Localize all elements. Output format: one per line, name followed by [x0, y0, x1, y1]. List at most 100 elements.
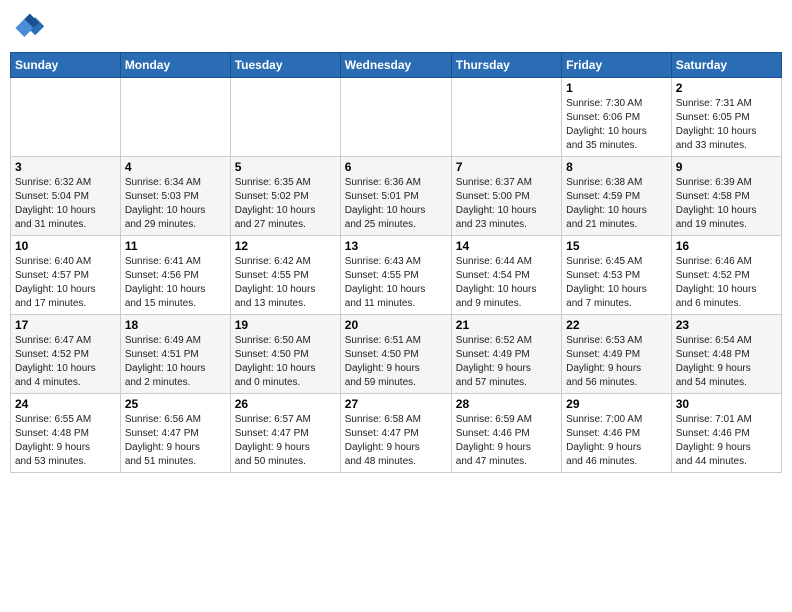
day-number: 13	[345, 239, 447, 253]
day-cell: 18 Sunrise: 6:49 AM Sunset: 4:51 PM Dayli…	[120, 315, 230, 394]
week-row-2: 10 Sunrise: 6:40 AM Sunset: 4:57 PM Dayli…	[11, 236, 782, 315]
day-cell: 6 Sunrise: 6:36 AM Sunset: 5:01 PM Daylig…	[340, 157, 451, 236]
day-cell: 2Sunrise: 7:31 AM Sunset: 6:05 PM Daylig…	[671, 78, 781, 157]
day-number: 26	[235, 397, 336, 411]
day-number: 30	[676, 397, 777, 411]
day-cell: 23 Sunrise: 6:54 AM Sunset: 4:48 PM Dayli…	[671, 315, 781, 394]
day-number: 6	[345, 160, 447, 174]
day-info: Sunrise: 6:46 AM Sunset: 4:52 PM Dayligh…	[676, 255, 777, 311]
day-info: Sunrise: 6:40 AM Sunset: 4:57 PM Dayligh…	[15, 255, 116, 311]
day-cell: 9 Sunrise: 6:39 AM Sunset: 4:58 PM Daylig…	[671, 157, 781, 236]
day-cell: 7 Sunrise: 6:37 AM Sunset: 5:00 PM Daylig…	[451, 157, 561, 236]
day-info: Sunrise: 7:01 AM Sunset: 4:46 PM Dayligh…	[676, 413, 777, 469]
day-cell: 19 Sunrise: 6:50 AM Sunset: 4:50 PM Dayli…	[230, 315, 340, 394]
day-cell: 15 Sunrise: 6:45 AM Sunset: 4:53 PM Dayli…	[562, 236, 672, 315]
week-row-0: 1Sunrise: 7:30 AM Sunset: 6:06 PM Daylig…	[11, 78, 782, 157]
day-number: 15	[566, 239, 667, 253]
day-cell: 21Sunrise: 6:52 AM Sunset: 4:49 PM Dayli…	[451, 315, 561, 394]
day-info: Sunrise: 6:42 AM Sunset: 4:55 PM Dayligh…	[235, 255, 336, 311]
weekday-header-row: SundayMondayTuesdayWednesdayThursdayFrid…	[11, 53, 782, 78]
day-cell	[120, 78, 230, 157]
day-info: Sunrise: 6:47 AM Sunset: 4:52 PM Dayligh…	[15, 334, 116, 390]
day-cell: 11 Sunrise: 6:41 AM Sunset: 4:56 PM Dayli…	[120, 236, 230, 315]
day-cell: 12 Sunrise: 6:42 AM Sunset: 4:55 PM Dayli…	[230, 236, 340, 315]
day-cell	[230, 78, 340, 157]
day-info: Sunrise: 6:43 AM Sunset: 4:55 PM Dayligh…	[345, 255, 447, 311]
week-row-3: 17 Sunrise: 6:47 AM Sunset: 4:52 PM Dayli…	[11, 315, 782, 394]
header	[10, 10, 782, 46]
day-info: Sunrise: 6:58 AM Sunset: 4:47 PM Dayligh…	[345, 413, 447, 469]
logo-icon	[10, 10, 46, 46]
day-number: 3	[15, 160, 116, 174]
weekday-header-monday: Monday	[120, 53, 230, 78]
day-number: 24	[15, 397, 116, 411]
day-cell: 28Sunrise: 6:59 AM Sunset: 4:46 PM Dayli…	[451, 394, 561, 473]
day-number: 12	[235, 239, 336, 253]
week-row-4: 24 Sunrise: 6:55 AM Sunset: 4:48 PM Dayli…	[11, 394, 782, 473]
day-info: Sunrise: 6:45 AM Sunset: 4:53 PM Dayligh…	[566, 255, 667, 311]
week-row-1: 3 Sunrise: 6:32 AM Sunset: 5:04 PM Daylig…	[11, 157, 782, 236]
day-number: 20	[345, 318, 447, 332]
day-cell	[451, 78, 561, 157]
day-number: 16	[676, 239, 777, 253]
day-number: 2	[676, 81, 777, 95]
day-info: Sunrise: 6:35 AM Sunset: 5:02 PM Dayligh…	[235, 176, 336, 232]
day-info: Sunrise: 6:34 AM Sunset: 5:03 PM Dayligh…	[125, 176, 226, 232]
weekday-header-sunday: Sunday	[11, 53, 121, 78]
day-cell: 13 Sunrise: 6:43 AM Sunset: 4:55 PM Dayli…	[340, 236, 451, 315]
day-info: Sunrise: 6:32 AM Sunset: 5:04 PM Dayligh…	[15, 176, 116, 232]
day-number: 19	[235, 318, 336, 332]
day-number: 27	[345, 397, 447, 411]
day-info: Sunrise: 7:00 AM Sunset: 4:46 PM Dayligh…	[566, 413, 667, 469]
day-number: 7	[456, 160, 557, 174]
weekday-header-friday: Friday	[562, 53, 672, 78]
day-info: Sunrise: 6:37 AM Sunset: 5:00 PM Dayligh…	[456, 176, 557, 232]
day-cell: 27 Sunrise: 6:58 AM Sunset: 4:47 PM Dayli…	[340, 394, 451, 473]
day-number: 21	[456, 318, 557, 332]
day-number: 17	[15, 318, 116, 332]
logo	[10, 10, 50, 46]
day-cell: 5 Sunrise: 6:35 AM Sunset: 5:02 PM Daylig…	[230, 157, 340, 236]
day-number: 22	[566, 318, 667, 332]
day-info: Sunrise: 6:41 AM Sunset: 4:56 PM Dayligh…	[125, 255, 226, 311]
weekday-header-wednesday: Wednesday	[340, 53, 451, 78]
weekday-header-saturday: Saturday	[671, 53, 781, 78]
day-cell: 14Sunrise: 6:44 AM Sunset: 4:54 PM Dayli…	[451, 236, 561, 315]
day-cell: 29 Sunrise: 7:00 AM Sunset: 4:46 PM Dayli…	[562, 394, 672, 473]
day-number: 8	[566, 160, 667, 174]
day-number: 10	[15, 239, 116, 253]
calendar-table: SundayMondayTuesdayWednesdayThursdayFrid…	[10, 52, 782, 473]
day-info: Sunrise: 6:57 AM Sunset: 4:47 PM Dayligh…	[235, 413, 336, 469]
page: SundayMondayTuesdayWednesdayThursdayFrid…	[0, 0, 792, 612]
day-cell: 24 Sunrise: 6:55 AM Sunset: 4:48 PM Dayli…	[11, 394, 121, 473]
day-info: Sunrise: 6:50 AM Sunset: 4:50 PM Dayligh…	[235, 334, 336, 390]
day-number: 5	[235, 160, 336, 174]
day-number: 29	[566, 397, 667, 411]
day-info: Sunrise: 6:59 AM Sunset: 4:46 PM Dayligh…	[456, 413, 557, 469]
day-number: 11	[125, 239, 226, 253]
day-cell: 20 Sunrise: 6:51 AM Sunset: 4:50 PM Dayli…	[340, 315, 451, 394]
day-info: Sunrise: 6:36 AM Sunset: 5:01 PM Dayligh…	[345, 176, 447, 232]
day-number: 1	[566, 81, 667, 95]
day-info: Sunrise: 6:49 AM Sunset: 4:51 PM Dayligh…	[125, 334, 226, 390]
day-cell: 10 Sunrise: 6:40 AM Sunset: 4:57 PM Dayli…	[11, 236, 121, 315]
day-cell	[11, 78, 121, 157]
weekday-header-thursday: Thursday	[451, 53, 561, 78]
weekday-header-tuesday: Tuesday	[230, 53, 340, 78]
day-number: 23	[676, 318, 777, 332]
day-info: Sunrise: 6:55 AM Sunset: 4:48 PM Dayligh…	[15, 413, 116, 469]
day-number: 9	[676, 160, 777, 174]
day-info: Sunrise: 6:53 AM Sunset: 4:49 PM Dayligh…	[566, 334, 667, 390]
day-cell: 17 Sunrise: 6:47 AM Sunset: 4:52 PM Dayli…	[11, 315, 121, 394]
day-cell: 4 Sunrise: 6:34 AM Sunset: 5:03 PM Daylig…	[120, 157, 230, 236]
day-cell: 8Sunrise: 6:38 AM Sunset: 4:59 PM Daylig…	[562, 157, 672, 236]
day-info: Sunrise: 6:39 AM Sunset: 4:58 PM Dayligh…	[676, 176, 777, 232]
day-cell: 16 Sunrise: 6:46 AM Sunset: 4:52 PM Dayli…	[671, 236, 781, 315]
day-info: Sunrise: 6:54 AM Sunset: 4:48 PM Dayligh…	[676, 334, 777, 390]
day-number: 18	[125, 318, 226, 332]
day-info: Sunrise: 6:51 AM Sunset: 4:50 PM Dayligh…	[345, 334, 447, 390]
day-cell: 1Sunrise: 7:30 AM Sunset: 6:06 PM Daylig…	[562, 78, 672, 157]
day-number: 4	[125, 160, 226, 174]
day-info: Sunrise: 6:44 AM Sunset: 4:54 PM Dayligh…	[456, 255, 557, 311]
day-cell: 3 Sunrise: 6:32 AM Sunset: 5:04 PM Daylig…	[11, 157, 121, 236]
